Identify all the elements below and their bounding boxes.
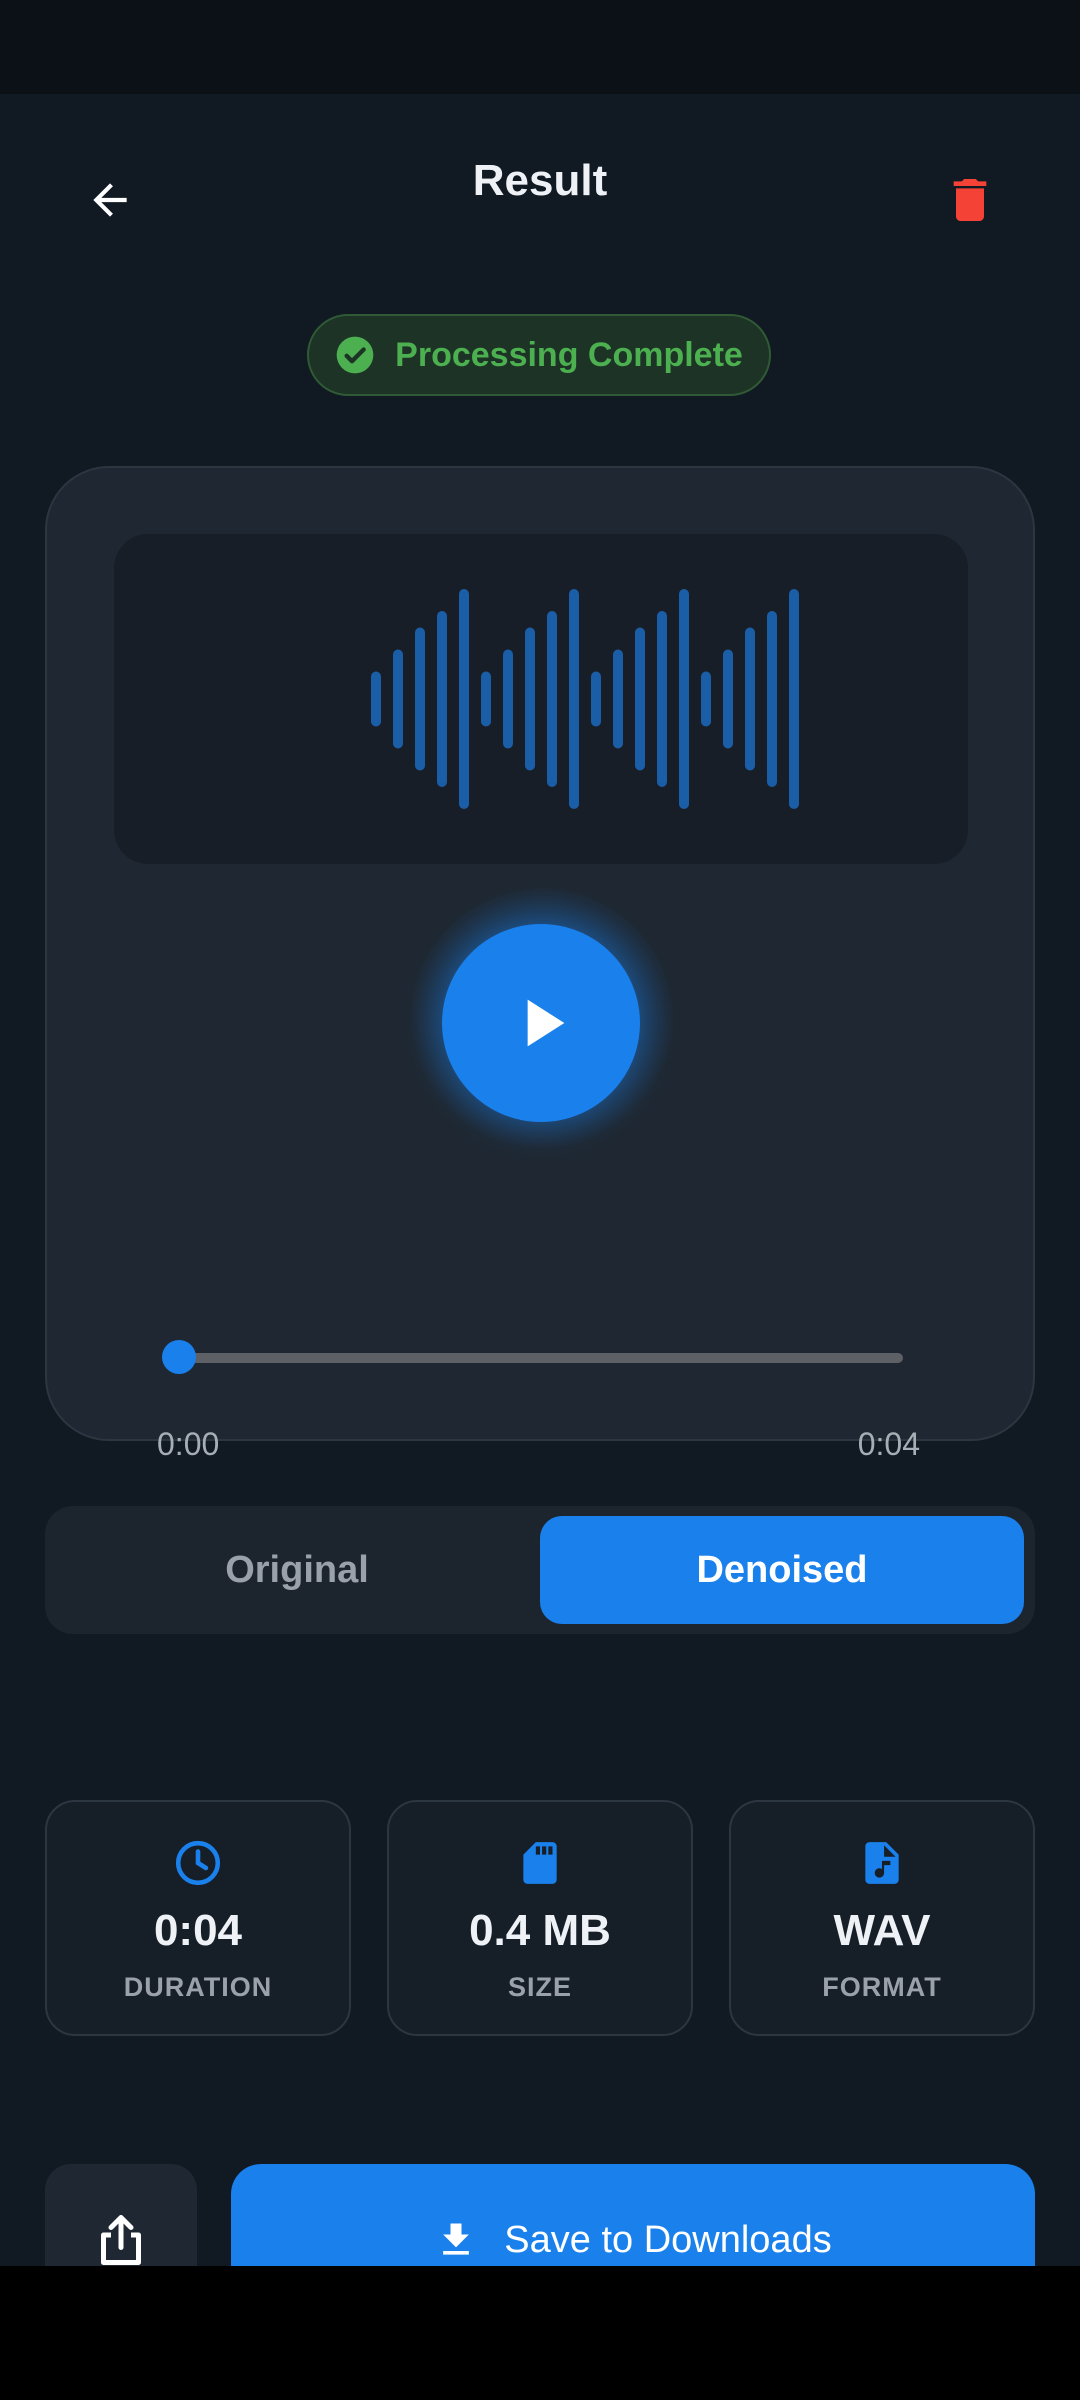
waveform-bar [723, 649, 733, 749]
format-card: WAV FORMAT [729, 1800, 1035, 2036]
waveform-bar [789, 589, 799, 809]
toggle-original[interactable]: Original [55, 1516, 539, 1624]
waveform-bar [371, 671, 381, 727]
duration-value: 0:04 [153, 1906, 243, 1955]
page-title: Result [472, 156, 608, 205]
seek-bar-thumb[interactable] [162, 1340, 196, 1374]
waveform-bar [437, 611, 447, 787]
play-icon [527, 999, 565, 1047]
waveform-bar [701, 671, 711, 727]
format-value: WAV [833, 1906, 931, 1955]
total-time: 0:04 [857, 1426, 920, 1462]
clock-icon [175, 1840, 221, 1886]
size-label: SIZE [507, 1972, 572, 2002]
status-text: Processing Complete [395, 335, 743, 374]
download-icon [443, 2223, 470, 2255]
system-navigation-bar [0, 2266, 1080, 2400]
waveform-display [114, 534, 968, 864]
toggle-denoised[interactable]: Denoised [540, 1516, 1024, 1624]
waveform-bar [415, 627, 425, 771]
processing-status-badge: Processing Complete [307, 314, 771, 396]
seek-bar-track[interactable] [179, 1353, 903, 1363]
waveform-bar [657, 611, 667, 787]
waveform-bar [679, 589, 689, 809]
size-card: 0.4 MB SIZE [387, 1800, 693, 2036]
result-screen: Result Processing Complete 0:00 0:04 Ori… [0, 94, 1080, 2316]
audio-version-toggle: Original Denoised [45, 1506, 1035, 1634]
share-icon [101, 2215, 141, 2265]
waveform-bar [613, 649, 623, 749]
current-time: 0:00 [157, 1426, 220, 1462]
trash-icon [953, 179, 987, 221]
audio-player-card: 0:00 0:04 [45, 466, 1035, 1462]
duration-card: 0:04 DURATION [45, 1800, 351, 2036]
status-bar [0, 0, 1080, 94]
waveform-bar [547, 611, 557, 787]
size-value: 0.4 MB [469, 1906, 611, 1955]
audio-file-icon [865, 1842, 899, 1884]
save-button-label: Save to Downloads [504, 2218, 832, 2261]
waveform-bar [569, 589, 579, 809]
waveform-bar [393, 649, 403, 749]
waveform-bar [481, 671, 491, 727]
play-button[interactable] [442, 924, 640, 1122]
format-label: FORMAT [822, 1972, 942, 2002]
waveform-bar [459, 589, 469, 809]
waveform-bar [503, 649, 513, 749]
duration-label: DURATION [123, 1972, 273, 2002]
check-circle-icon [336, 336, 374, 374]
waveform-bar [745, 627, 755, 771]
waveform-bar [591, 671, 601, 727]
waveform-bar [635, 627, 645, 771]
waveform-bars [371, 589, 799, 809]
waveform-bar [525, 627, 535, 771]
waveform-bar [767, 611, 777, 787]
delete-button[interactable] [930, 160, 1010, 240]
sd-card-icon [523, 1842, 557, 1884]
